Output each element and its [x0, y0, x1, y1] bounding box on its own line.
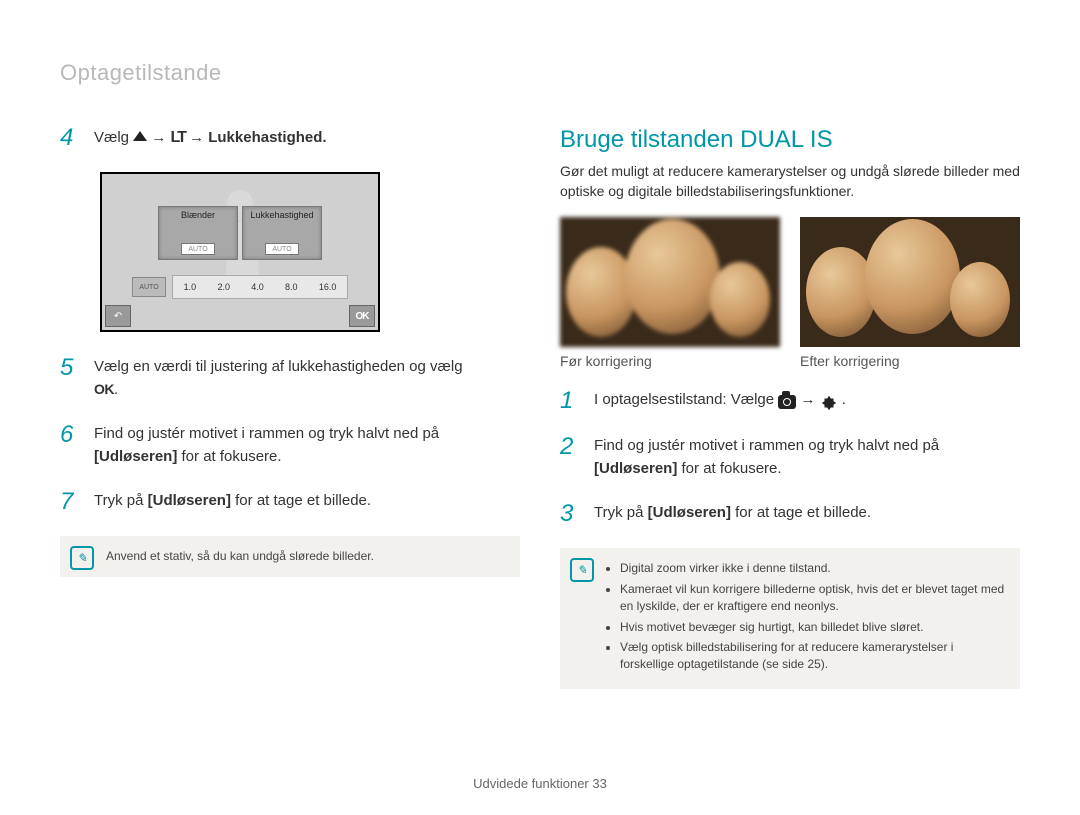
note-item: Vælg optisk billedstabilisering for at r… [620, 639, 1006, 673]
step-2-right: 2 Find og justér motivet i rammen og try… [560, 435, 1020, 480]
ok-button[interactable]: OK [349, 305, 375, 327]
aperture-shutter-panels: Blænder AUTO Lukkehastighed AUTO [158, 206, 322, 260]
step-4: 4 Vælg → LT → Lukkehastighed. [60, 126, 520, 150]
step6-line2: for at fokusere. [182, 448, 282, 465]
shutter-auto-badge: AUTO [265, 243, 299, 255]
step5-period: . [114, 381, 118, 398]
tick-4: 16.0 [319, 282, 337, 292]
section-description: Gør det muligt at reducere kamerarystels… [560, 162, 1020, 201]
note-list: Digital zoom virker ikke i denne tilstan… [606, 560, 1006, 673]
step7-pre: Tryk på [94, 492, 148, 509]
arrow-up-icon [133, 131, 147, 141]
shutter-word: [Udløseren] [148, 492, 231, 509]
step1-text: I optagelsestilstand: Vælge [594, 391, 778, 408]
aperture-panel: Blænder AUTO [158, 206, 238, 260]
step-number: 5 [60, 356, 80, 380]
step6-line1: Find og justér motivet i rammen og tryk … [94, 425, 439, 442]
step-6: 6 Find og justér motivet i rammen og try… [60, 423, 520, 468]
note-item: Kameraet vil kun korrigere billederne op… [620, 581, 1006, 615]
note-item: Hvis motivet bevæger sig hurtigt, kan bi… [620, 619, 1006, 636]
caption-row: Før korrigering Efter korrigering [560, 353, 1020, 369]
footer-page-number: 33 [592, 776, 606, 791]
note-icon: ✎ [70, 546, 94, 570]
step-body: Find og justér motivet i rammen og tryk … [94, 423, 520, 468]
note-icon: ✎ [570, 558, 594, 582]
footer-label: Udvidede funktioner [473, 776, 589, 791]
step-body: Find og justér motivet i rammen og tryk … [594, 435, 1020, 480]
image-after [800, 217, 1020, 347]
step5-pre: Vælg en værdi til justering af lukkehast… [94, 358, 463, 375]
camera-icon [778, 395, 796, 409]
note-box-left: ✎ Anvend et stativ, så du kan undgå slør… [60, 536, 520, 577]
step-number: 7 [60, 490, 80, 514]
value-scale: 1.0 2.0 4.0 8.0 16.0 [172, 275, 348, 299]
auto-chip: AUTO [132, 277, 166, 297]
value-scale-row: AUTO 1.0 2.0 4.0 8.0 16.0 [132, 272, 348, 302]
tick-3: 8.0 [285, 282, 298, 292]
caption-before: Før korrigering [560, 353, 780, 369]
step4-post: → Lukkehastighed. [189, 129, 327, 146]
step4-pre: Vælg [94, 129, 133, 146]
step-number: 3 [560, 502, 580, 526]
note-item: Digital zoom virker ikke i denne tilstan… [620, 560, 1006, 577]
shutter-panel: Lukkehastighed AUTO [242, 206, 322, 260]
aperture-auto-badge: AUTO [181, 243, 215, 255]
note-text: Anvend et stativ, så du kan undgå sløred… [106, 549, 374, 563]
dual-is-icon [820, 394, 838, 412]
step-body: Vælg → LT → Lukkehastighed. [94, 126, 327, 150]
step-body: Tryk på [Udløseren] for at tage et bille… [594, 502, 871, 525]
left-column: 4 Vælg → LT → Lukkehastighed. Blænder [60, 126, 520, 689]
ok-inline-icon: OK [94, 379, 114, 400]
step3-post: for at tage et billede. [735, 504, 871, 521]
step-number: 6 [60, 423, 80, 447]
image-before [560, 217, 780, 347]
aperture-label: Blænder [181, 210, 215, 220]
breadcrumb: Optagetilstande [60, 60, 1020, 86]
right-column: Bruge tilstanden DUAL IS Gør det muligt … [560, 126, 1020, 689]
shutter-word: [Udløseren] [594, 460, 677, 477]
note-box-right: ✎ Digital zoom virker ikke i denne tilst… [560, 548, 1020, 689]
before-after-images [560, 217, 1020, 347]
shutter-word: [Udløseren] [648, 504, 731, 521]
two-column-layout: 4 Vælg → LT → Lukkehastighed. Blænder [60, 126, 1020, 689]
caption-after: Efter korrigering [800, 353, 1020, 369]
camera-ui-preview: Blænder AUTO Lukkehastighed AUTO AUTO 1.… [100, 172, 380, 332]
arrow-sep-2: → [800, 391, 819, 408]
step-7: 7 Tryk på [Udløseren] for at tage et bil… [60, 490, 520, 514]
step-5: 5 Vælg en værdi til justering af lukkeha… [60, 356, 520, 401]
page-footer: Udvidede funktioner 33 [0, 776, 1080, 791]
shutter-label: Lukkehastighed [250, 210, 313, 220]
step3-pre: Tryk på [594, 504, 648, 521]
step2-line1: Find og justér motivet i rammen og tryk … [594, 437, 939, 454]
step7-post: for at tage et billede. [235, 492, 371, 509]
tick-0: 1.0 [184, 282, 197, 292]
manual-page: Optagetilstande 4 Vælg → LT → Lukkehasti… [0, 0, 1080, 689]
section-title: Bruge tilstanden DUAL IS [560, 126, 1020, 154]
arrow-sep-1: → [151, 129, 170, 146]
tick-2: 4.0 [251, 282, 264, 292]
step-number: 2 [560, 435, 580, 459]
step-number: 4 [60, 126, 80, 150]
step-1-right: 1 I optagelsestilstand: Vælge → . [560, 389, 1020, 413]
shutter-word: [Udløseren] [94, 448, 177, 465]
tick-1: 2.0 [217, 282, 230, 292]
step-3-right: 3 Tryk på [Udløseren] for at tage et bil… [560, 502, 1020, 526]
step-body: I optagelsestilstand: Vælge → . [594, 389, 846, 412]
lt-icon: LT [171, 126, 185, 150]
step-body: Tryk på [Udløseren] for at tage et bille… [94, 490, 371, 513]
step-body: Vælg en værdi til justering af lukkehast… [94, 356, 463, 401]
back-button[interactable]: ↶ [105, 305, 131, 327]
step-number: 1 [560, 389, 580, 413]
step2-line2: for at fokusere. [682, 460, 782, 477]
